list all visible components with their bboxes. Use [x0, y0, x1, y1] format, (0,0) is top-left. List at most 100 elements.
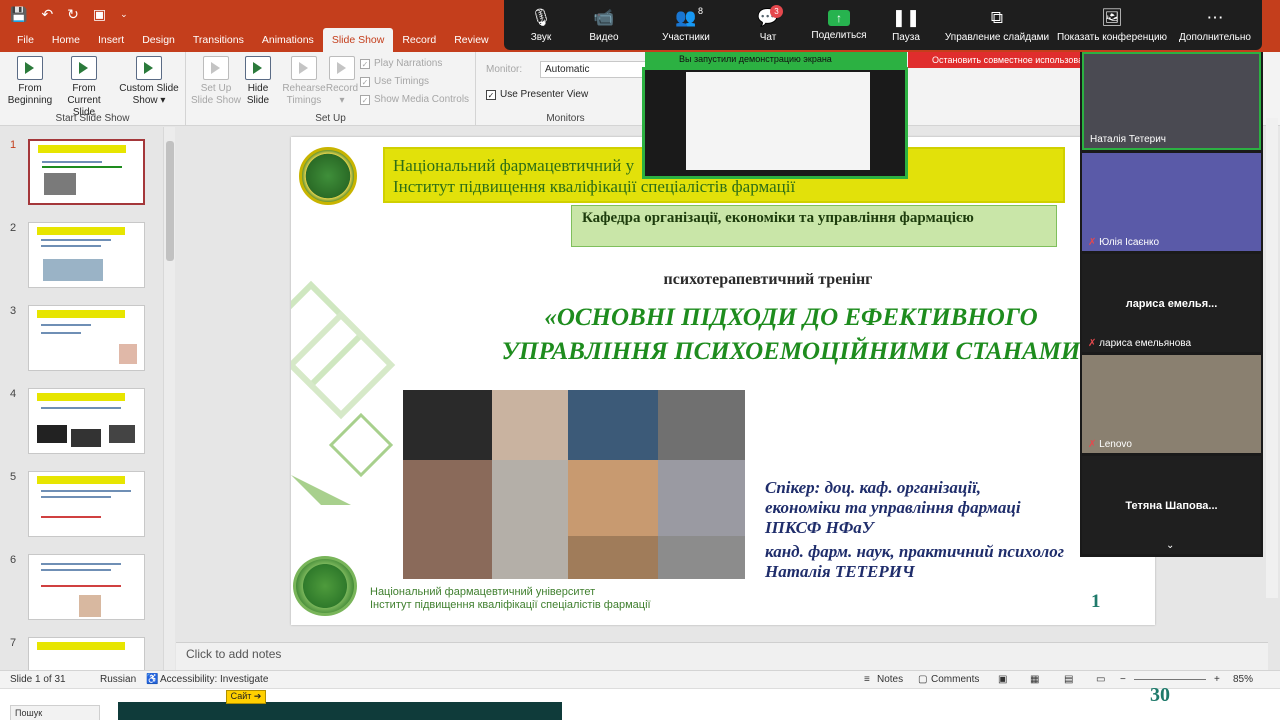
preview-slide-image — [686, 72, 870, 170]
audio-label: Звук — [530, 32, 552, 43]
more-button[interactable]: ⋯ Дополнительно — [1176, 0, 1254, 50]
customize-icon[interactable]: ⌄ — [120, 0, 128, 28]
university-logo-icon — [299, 147, 357, 205]
slide-title[interactable]: «ОСНОВНІ ПІДХОДИ ДО ЕФЕКТИВНОГО УПРАВЛІН… — [411, 301, 1155, 369]
save-icon[interactable]: 💾 — [10, 0, 27, 28]
participant-name-row: ✗ Lenovo — [1088, 439, 1132, 450]
emotions-collage-image[interactable] — [403, 390, 745, 579]
participants-button[interactable]: 👥 Участники — [654, 0, 718, 50]
audio-button[interactable]: 🎙 Звук — [520, 0, 562, 50]
participant-center-name: Тетяна Шапова... — [1125, 500, 1218, 512]
participant-tile[interactable]: Тетяна Шапова... ⌄ — [1082, 456, 1261, 554]
editor-scrollbar[interactable] — [1266, 118, 1278, 598]
from-current-slide-button[interactable]: From Current Slide — [56, 56, 112, 119]
banner-line-2: Інститут підвищення кваліфікації спеціал… — [393, 177, 796, 196]
zoom-out-icon[interactable]: − — [1120, 674, 1126, 685]
zoom-level[interactable]: 85% — [1233, 674, 1253, 685]
zoom-in-icon[interactable]: + — [1214, 674, 1220, 685]
share-screen-button[interactable]: ↑ Поделиться — [808, 0, 870, 50]
monitor-label-text: Monitor: — [486, 64, 523, 75]
video-button[interactable]: 📹 Видео — [580, 0, 628, 50]
use-timings-label: Use Timings — [374, 76, 430, 87]
tab-animations[interactable]: Animations — [253, 28, 323, 52]
slide-thumbnail-3[interactable] — [28, 305, 145, 371]
participant-tile[interactable]: ✗ Lenovo — [1082, 355, 1261, 453]
notes-button[interactable]: Notes — [877, 674, 903, 685]
reading-view-icon[interactable]: ▤ — [1064, 674, 1073, 685]
zoom-slider[interactable] — [1134, 679, 1206, 680]
slideshow-view-icon[interactable]: ▭ — [1096, 674, 1105, 685]
participant-tile[interactable]: лариса емелья... ✗ лариса емельянова — [1082, 254, 1261, 352]
thumbnails-scrollbar[interactable] — [163, 127, 175, 670]
comments-button[interactable]: Comments — [931, 674, 979, 685]
site-button[interactable]: Сайт ➔ — [226, 690, 266, 704]
notes-pane[interactable]: Click to add notes — [176, 642, 1268, 670]
collage-tile — [568, 390, 658, 460]
tab-transitions[interactable]: Transitions — [184, 28, 253, 52]
collage-tile — [492, 460, 568, 579]
redo-icon[interactable]: ↻ — [67, 0, 79, 28]
undo-icon[interactable]: ↶ — [41, 0, 53, 28]
slide-subtitle[interactable]: психотерапевтичний тренінг — [291, 271, 1155, 289]
monitor-select[interactable]: Automatic — [540, 61, 650, 78]
show-media-controls-checkbox[interactable]: ✓ Show Media Controls — [360, 94, 469, 105]
chat-unread-badge: 3 — [770, 5, 783, 18]
slide-thumbnail-5[interactable] — [28, 471, 145, 537]
collage-tile — [658, 536, 745, 579]
department-box[interactable]: Кафедра організації, економіки та управл… — [571, 205, 1057, 247]
thumb-banner — [37, 476, 125, 484]
participant-tile[interactable]: ✗ Юлія Ісаєнко — [1082, 153, 1261, 251]
participant-tile[interactable]: Наталія Тетерич — [1082, 52, 1261, 150]
pause-share-button[interactable]: ❚❚ Пауза — [886, 0, 926, 50]
show-conference-button[interactable]: 🖼 Показать конференцию — [1056, 0, 1168, 50]
thumb-picture — [79, 595, 101, 617]
thumb-number: 4 — [10, 388, 17, 400]
thumb-picture — [43, 259, 103, 281]
taskbar-apps-strip[interactable] — [118, 702, 562, 720]
tab-review[interactable]: Review — [445, 28, 497, 52]
video-label: Видео — [589, 32, 619, 43]
collage-tile — [403, 460, 492, 579]
chat-label: Чат — [759, 32, 777, 43]
play-from-current-icon — [71, 56, 97, 80]
thumb-number: 5 — [10, 471, 17, 483]
slide-canvas[interactable]: Національний фармацевтичний у Інститут п… — [291, 137, 1155, 625]
slide-sorter-icon[interactable]: ▦ — [1030, 674, 1039, 685]
slide-thumbnail-1[interactable] — [28, 139, 145, 205]
play-narrations-checkbox[interactable]: ✓ Play Narrations — [360, 58, 442, 69]
language-indicator[interactable]: Russian — [100, 674, 136, 685]
microphone-icon: 🎙 — [530, 8, 552, 27]
muted-mic-icon: ✗ — [1088, 338, 1097, 349]
from-beginning-button[interactable]: From Beginning — [4, 56, 56, 107]
tab-file[interactable]: File — [8, 28, 43, 52]
slide-thumbnail-7[interactable] — [28, 637, 145, 670]
taskbar-search[interactable]: Пошук — [10, 705, 100, 720]
accessibility-status[interactable]: Accessibility: Investigate — [160, 674, 268, 685]
tab-slide-show[interactable]: Slide Show — [322, 28, 394, 52]
slide-thumbnail-6[interactable] — [28, 554, 145, 620]
tab-record[interactable]: Record — [393, 28, 445, 52]
slide-footer[interactable]: Національний фармацевтичний університет … — [370, 586, 651, 612]
checkbox-checked-icon: ✓ — [486, 89, 496, 100]
footer-line-2: Інститут підвищення кваліфікації спеціал… — [370, 599, 651, 611]
hide-slide-button[interactable]: Hide Slide — [232, 56, 284, 107]
manage-slides-button[interactable]: ⧉ Управление слайдами — [942, 0, 1052, 50]
normal-view-icon[interactable]: ▣ — [998, 674, 1007, 685]
from-beginning-label-1: From — [18, 83, 42, 94]
use-presenter-view-checkbox[interactable]: ✓ Use Presenter View — [486, 89, 588, 100]
slide-thumbnail-4[interactable] — [28, 388, 145, 454]
share-preview-thumbnail[interactable] — [642, 67, 908, 179]
tab-design[interactable]: Design — [133, 28, 184, 52]
slide-thumbnail-2[interactable] — [28, 222, 145, 288]
group-label-setup: Set Up — [315, 113, 346, 124]
present-icon[interactable]: ▣ — [93, 0, 106, 28]
tab-home[interactable]: Home — [43, 28, 89, 52]
tab-insert[interactable]: Insert — [89, 28, 133, 52]
share-label: Поделиться — [811, 30, 867, 41]
participant-name-row: ✗ Юлія Ісаєнко — [1088, 237, 1159, 248]
scroll-down-icon[interactable]: ⌄ — [1166, 540, 1174, 551]
use-timings-checkbox[interactable]: ✓ Use Timings — [360, 76, 429, 87]
play-from-start-icon — [17, 56, 43, 80]
custom-slide-show-button[interactable]: Custom Slide Show ▾ — [118, 56, 180, 107]
scrollbar-thumb[interactable] — [166, 141, 174, 261]
